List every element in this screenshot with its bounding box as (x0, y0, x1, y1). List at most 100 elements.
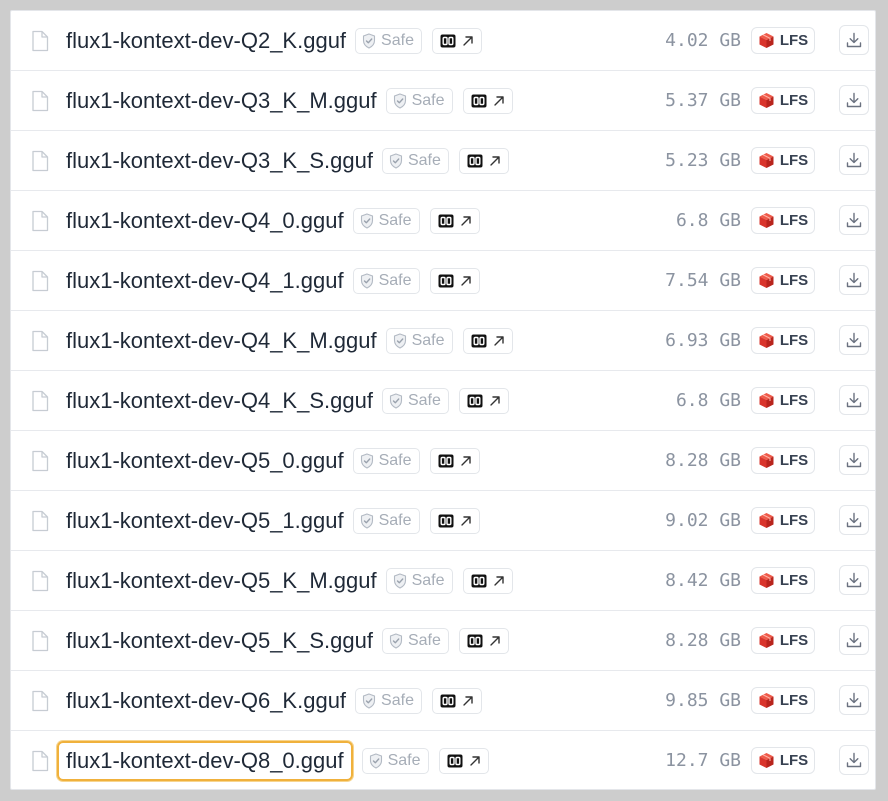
gguf-viewer-button[interactable] (462, 568, 513, 594)
safe-badge[interactable]: Safe (352, 208, 420, 234)
file-name-link[interactable]: flux1-kontext-dev-Q5_K_M.gguf (66, 566, 377, 596)
lfs-badge[interactable]: LFS (751, 147, 815, 174)
safe-badge[interactable]: Safe (355, 28, 422, 54)
safe-label: Safe (411, 92, 445, 109)
file-name-link[interactable]: flux1-kontext-dev-Q5_0.gguf (66, 446, 344, 476)
lfs-badge[interactable]: LFS (751, 87, 815, 114)
file-name-link[interactable]: flux1-kontext-dev-Q4_K_S.gguf (66, 386, 373, 416)
safe-badge[interactable]: Safe (352, 268, 420, 294)
file-name-group: flux1-kontext-dev-Q4_K_S.gguf Safe (66, 386, 509, 416)
file-row: flux1-kontext-dev-Q5_K_M.gguf Safe 8.42 … (11, 551, 875, 611)
lfs-badge[interactable]: LFS (751, 207, 815, 234)
lfs-cube-icon (758, 332, 775, 349)
shield-check-icon (389, 633, 403, 649)
download-button[interactable] (839, 325, 869, 355)
lfs-label: LFS (779, 92, 809, 109)
download-button[interactable] (839, 565, 869, 595)
download-button[interactable] (839, 265, 869, 295)
lfs-badge[interactable]: LFS (751, 687, 815, 714)
file-row: flux1-kontext-dev-Q3_K_M.gguf Safe 5.37 … (11, 71, 875, 131)
file-size: 8.28 GB (665, 630, 741, 651)
file-size: 12.7 GB (665, 750, 741, 771)
file-name-link[interactable]: flux1-kontext-dev-Q5_1.gguf (66, 506, 344, 536)
gguf-viewer-icon (467, 154, 483, 168)
gguf-viewer-icon (438, 274, 454, 288)
gguf-viewer-button[interactable] (429, 508, 480, 534)
safe-label: Safe (411, 332, 445, 349)
file-row: flux1-kontext-dev-Q4_K_S.gguf Safe 6.8 G… (11, 371, 875, 431)
safe-badge[interactable]: Safe (381, 628, 449, 654)
gguf-viewer-icon (438, 514, 454, 528)
gguf-viewer-button[interactable] (429, 268, 480, 294)
safe-badge[interactable]: Safe (385, 568, 453, 594)
safe-badge[interactable]: Safe (355, 688, 422, 714)
gguf-viewer-button[interactable] (429, 208, 480, 234)
gguf-viewer-button[interactable] (458, 628, 509, 654)
gguf-viewer-icon (447, 754, 463, 768)
lfs-badge[interactable]: LFS (751, 567, 815, 594)
file-name-group: flux1-kontext-dev-Q6_K.gguf Safe (66, 686, 482, 716)
file-name-link[interactable]: flux1-kontext-dev-Q4_K_M.gguf (66, 326, 377, 356)
lfs-badge[interactable]: LFS (751, 267, 815, 294)
lfs-cube-icon (758, 152, 775, 169)
lfs-label: LFS (779, 32, 809, 49)
download-button[interactable] (839, 685, 869, 715)
download-button[interactable] (839, 625, 869, 655)
arrow-up-right-icon (460, 515, 472, 527)
lfs-badge[interactable]: LFS (751, 747, 815, 774)
file-size: 6.8 GB (675, 390, 741, 411)
safe-badge[interactable]: Safe (385, 88, 453, 114)
file-size: 6.8 GB (675, 210, 741, 231)
lfs-cube-icon (758, 512, 775, 529)
lfs-badge[interactable]: LFS (751, 627, 815, 654)
download-button[interactable] (839, 745, 869, 775)
safe-badge[interactable]: Safe (381, 148, 449, 174)
lfs-badge[interactable]: LFS (751, 27, 815, 54)
file-size: 9.02 GB (665, 510, 741, 531)
safe-label: Safe (407, 152, 441, 169)
safe-label: Safe (378, 452, 412, 469)
download-icon (846, 272, 862, 288)
safe-badge[interactable]: Safe (352, 508, 420, 534)
safe-badge[interactable]: Safe (381, 388, 449, 414)
gguf-viewer-button[interactable] (431, 28, 482, 54)
file-name-link[interactable]: flux1-kontext-dev-Q3_K_S.gguf (66, 146, 373, 176)
safe-badge[interactable]: Safe (385, 328, 453, 354)
file-name-link[interactable]: flux1-kontext-dev-Q8_0.gguf (57, 741, 353, 781)
gguf-viewer-button[interactable] (458, 148, 509, 174)
gguf-viewer-button[interactable] (438, 748, 489, 774)
gguf-viewer-button[interactable] (462, 88, 513, 114)
file-name-link[interactable]: flux1-kontext-dev-Q4_0.gguf (66, 206, 344, 236)
download-button[interactable] (839, 145, 869, 175)
safe-badge[interactable]: Safe (361, 748, 429, 774)
file-name-link[interactable]: flux1-kontext-dev-Q5_K_S.gguf (66, 626, 373, 656)
gguf-viewer-icon (471, 574, 487, 588)
download-button[interactable] (839, 25, 869, 55)
file-name-link[interactable]: flux1-kontext-dev-Q6_K.gguf (66, 686, 346, 716)
gguf-viewer-button[interactable] (462, 328, 513, 354)
arrow-up-right-icon (489, 155, 501, 167)
lfs-badge[interactable]: LFS (751, 507, 815, 534)
file-name-group: flux1-kontext-dev-Q5_1.gguf Safe (66, 506, 480, 536)
lfs-badge[interactable]: LFS (751, 447, 815, 474)
gguf-viewer-button[interactable] (431, 688, 482, 714)
download-button[interactable] (839, 205, 869, 235)
arrow-up-right-icon (469, 755, 481, 767)
download-button[interactable] (839, 85, 869, 115)
gguf-viewer-button[interactable] (429, 448, 480, 474)
download-button[interactable] (839, 505, 869, 535)
lfs-cube-icon (758, 452, 775, 469)
lfs-label: LFS (779, 212, 809, 229)
gguf-viewer-button[interactable] (458, 388, 509, 414)
lfs-badge[interactable]: LFS (751, 387, 815, 414)
file-name-link[interactable]: flux1-kontext-dev-Q2_K.gguf (66, 26, 346, 56)
file-size: 8.42 GB (665, 570, 741, 591)
safe-badge[interactable]: Safe (352, 448, 420, 474)
file-name-link[interactable]: flux1-kontext-dev-Q3_K_M.gguf (66, 86, 377, 116)
download-button[interactable] (839, 445, 869, 475)
lfs-label: LFS (779, 632, 809, 649)
download-button[interactable] (839, 385, 869, 415)
lfs-badge[interactable]: LFS (751, 327, 815, 354)
arrow-up-right-icon (493, 95, 505, 107)
file-name-link[interactable]: flux1-kontext-dev-Q4_1.gguf (66, 266, 344, 296)
